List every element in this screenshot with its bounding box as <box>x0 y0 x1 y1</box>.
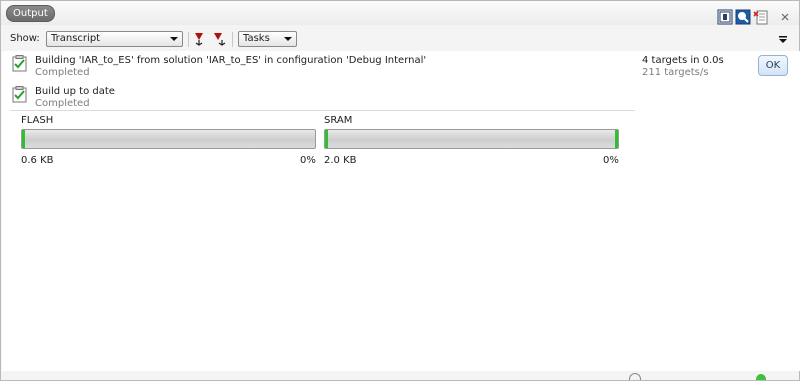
toolbar: Show: Transcript Tasks <box>1 28 799 50</box>
message-status: Completed <box>35 67 90 78</box>
bar-fill <box>325 130 328 148</box>
tasks-select-value: Tasks <box>243 33 270 44</box>
toolbar-separator <box>232 32 233 47</box>
memory-size: 2.0 KB <box>324 155 357 166</box>
transcript-area: Building 'IAR_to_ES' from solution 'IAR_… <box>2 51 800 371</box>
message-text: Building 'IAR_to_ES' from solution 'IAR_… <box>35 55 427 66</box>
flash-usage-bar <box>21 129 316 149</box>
sram-usage-bar <box>324 129 619 149</box>
targets-rate: 211 targets/s <box>642 67 709 78</box>
prev-error-icon[interactable] <box>193 31 209 47</box>
memory-size: 0.6 KB <box>21 155 54 166</box>
memory-name: SRAM <box>324 115 353 126</box>
tasks-select[interactable]: Tasks <box>238 31 297 47</box>
panel-title: Output <box>6 5 55 22</box>
message-text: Build up to date <box>35 86 115 97</box>
output-panel: Output Show: Transcript Tasks Building '… <box>0 0 800 381</box>
next-error-icon[interactable] <box>212 31 228 47</box>
bar-fill <box>22 130 25 148</box>
checklist-icon <box>12 86 27 103</box>
memory-percent: 0% <box>603 155 619 166</box>
show-label: Show: <box>10 33 40 44</box>
status-bar <box>1 371 799 380</box>
memory-name: FLASH <box>21 115 54 126</box>
title-bar: Output <box>1 1 799 25</box>
targets-summary: 4 targets in 0.0s <box>642 55 724 66</box>
show-select-value: Transcript <box>51 33 101 44</box>
search-panel-icon[interactable] <box>735 9 751 25</box>
divider <box>10 110 635 111</box>
toolbar-separator <box>188 32 189 47</box>
chevron-down-icon <box>170 37 178 41</box>
bar-fill-end <box>615 130 618 148</box>
pin-panel-icon[interactable] <box>717 9 733 25</box>
chevron-down-icon <box>284 37 292 41</box>
ok-button[interactable]: OK <box>758 55 788 76</box>
status-indicator-icon <box>629 373 641 380</box>
build-status-icon <box>756 374 766 380</box>
checklist-icon <box>12 55 27 72</box>
show-select[interactable]: Transcript <box>46 31 183 47</box>
message-status: Completed <box>35 98 90 109</box>
clear-output-icon[interactable] <box>753 9 769 25</box>
close-icon[interactable] <box>779 11 791 23</box>
memory-percent: 0% <box>300 155 316 166</box>
menu-down-icon[interactable] <box>778 35 788 45</box>
